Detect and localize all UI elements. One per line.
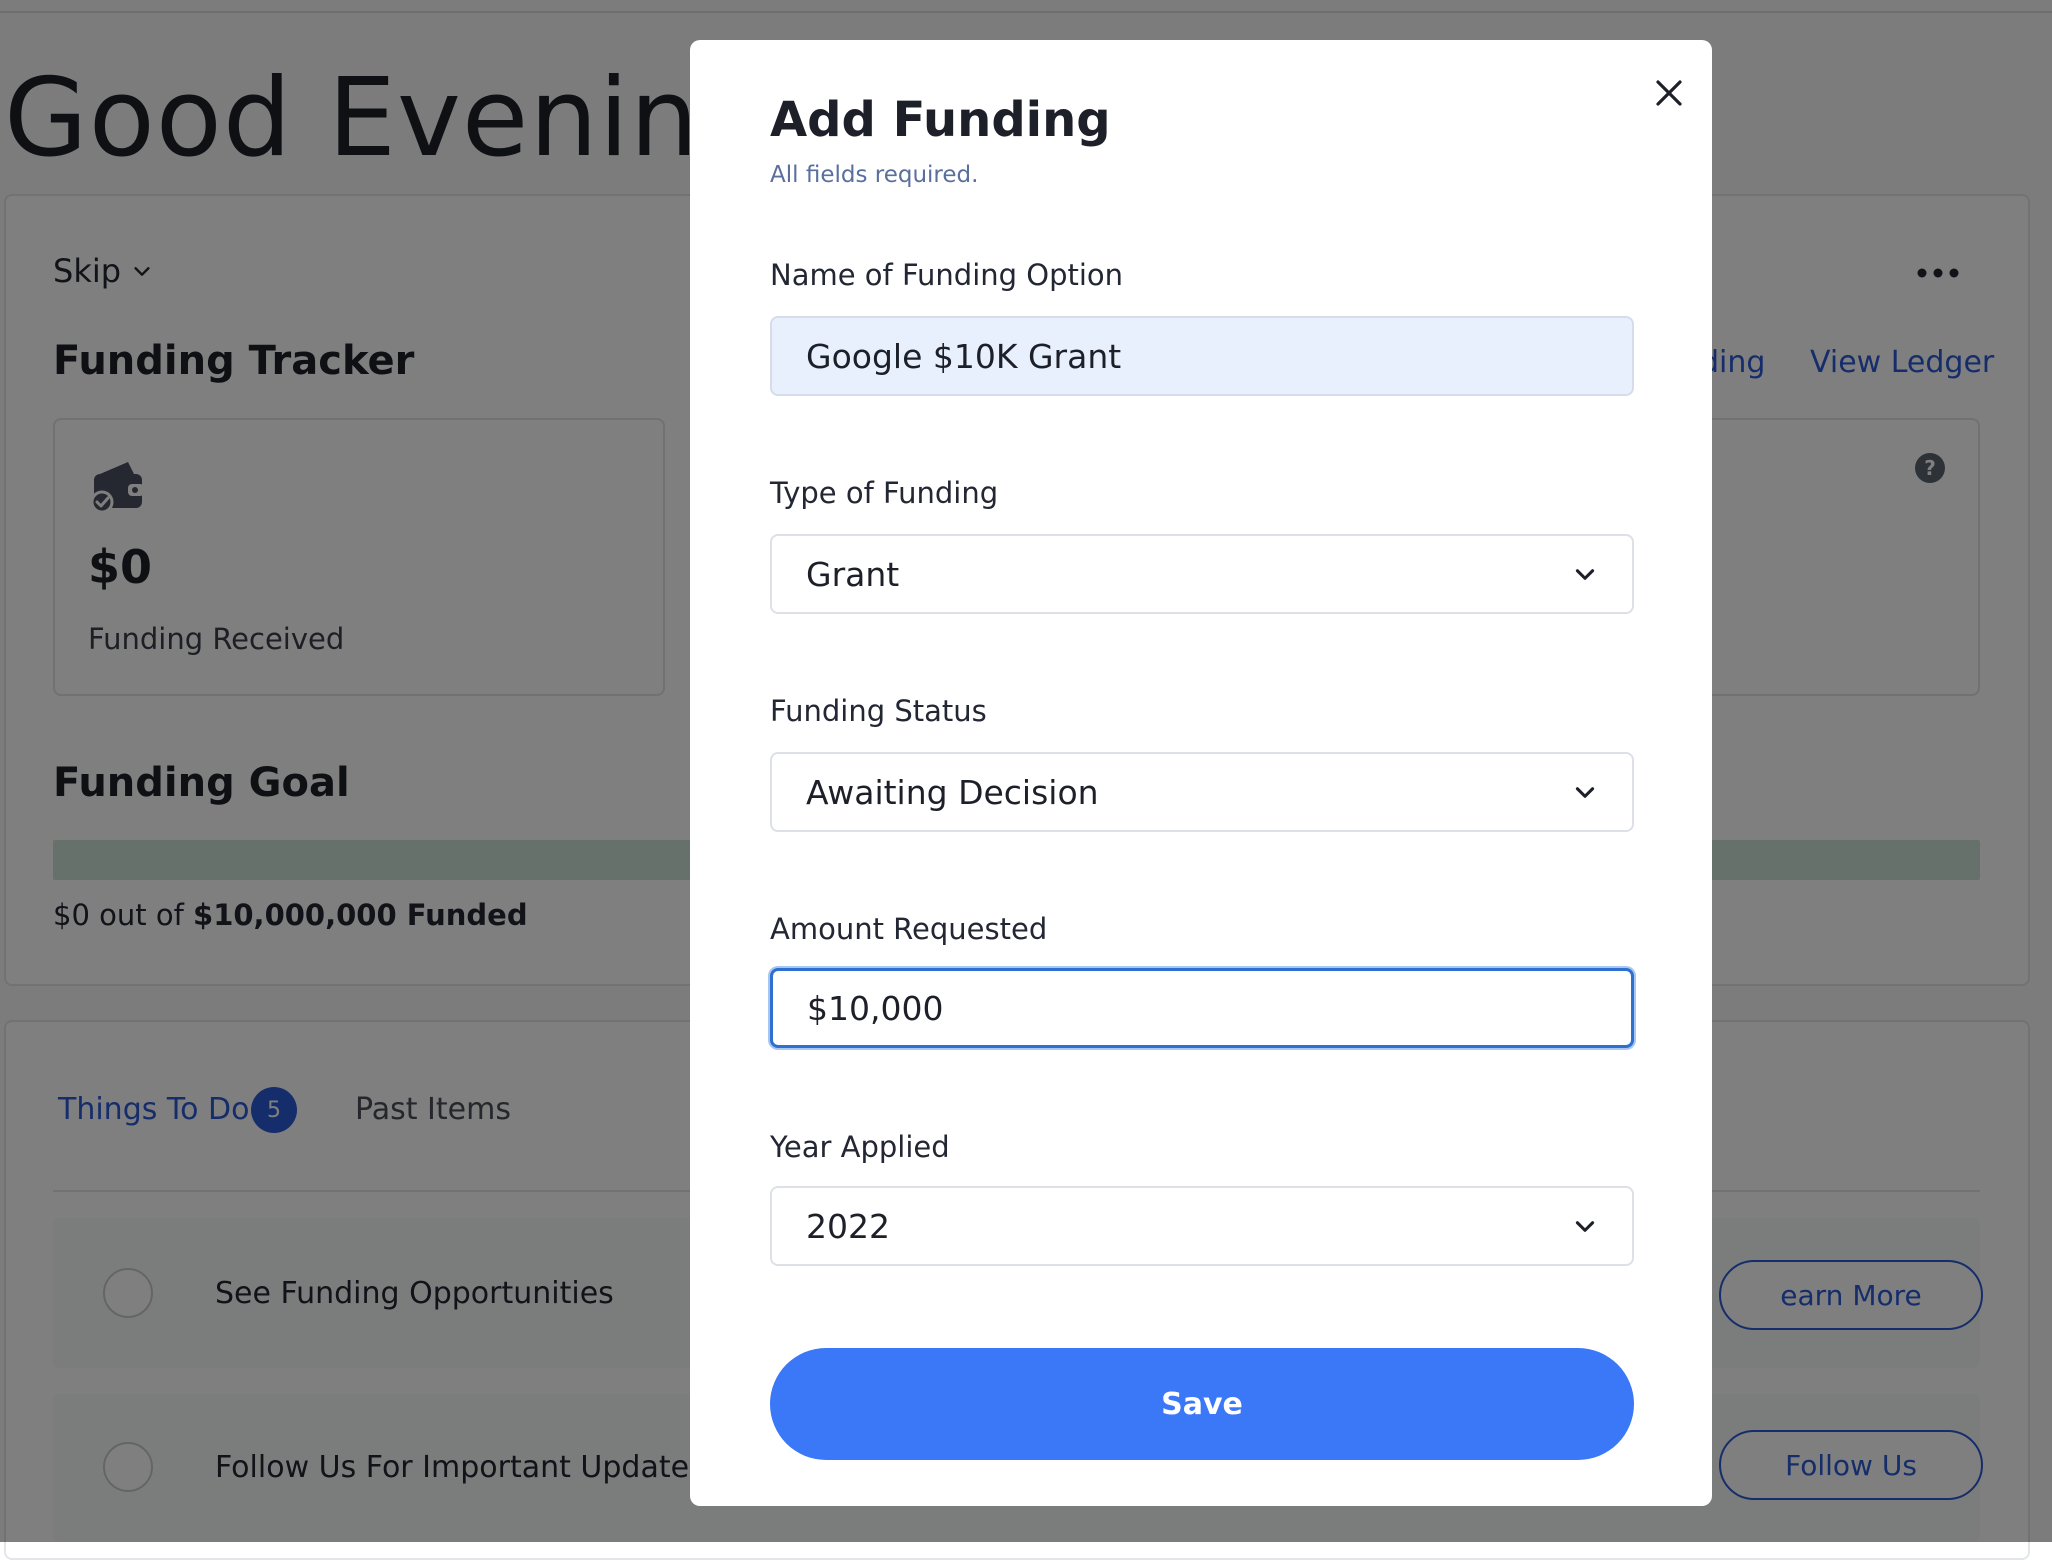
- add-funding-modal: Add Funding All fields required. Name of…: [690, 40, 1712, 1506]
- name-field[interactable]: Google $10K Grant: [770, 316, 1634, 396]
- save-button[interactable]: Save: [770, 1348, 1634, 1460]
- type-select[interactable]: Grant: [770, 534, 1634, 614]
- modal-title: Add Funding: [770, 92, 1111, 148]
- amount-field[interactable]: $10,000: [770, 968, 1634, 1048]
- chevron-down-icon: [1575, 1221, 1595, 1232]
- amount-field-value: $10,000: [807, 988, 944, 1028]
- status-select-value: Awaiting Decision: [806, 772, 1099, 812]
- name-field-value: Google $10K Grant: [806, 336, 1122, 376]
- status-select[interactable]: Awaiting Decision: [770, 752, 1634, 832]
- amount-field-label: Amount Requested: [770, 912, 1048, 946]
- chevron-down-icon: [1575, 787, 1595, 798]
- year-select-value: 2022: [806, 1206, 890, 1246]
- close-button[interactable]: [1644, 68, 1694, 118]
- year-field-label: Year Applied: [770, 1130, 950, 1164]
- status-field-label: Funding Status: [770, 694, 987, 728]
- close-icon: [1656, 80, 1682, 106]
- modal-subtitle: All fields required.: [770, 162, 979, 188]
- type-select-value: Grant: [806, 554, 900, 594]
- year-select[interactable]: 2022: [770, 1186, 1634, 1266]
- name-field-label: Name of Funding Option: [770, 258, 1124, 292]
- type-field-label: Type of Funding: [770, 476, 999, 510]
- chevron-down-icon: [1575, 569, 1595, 580]
